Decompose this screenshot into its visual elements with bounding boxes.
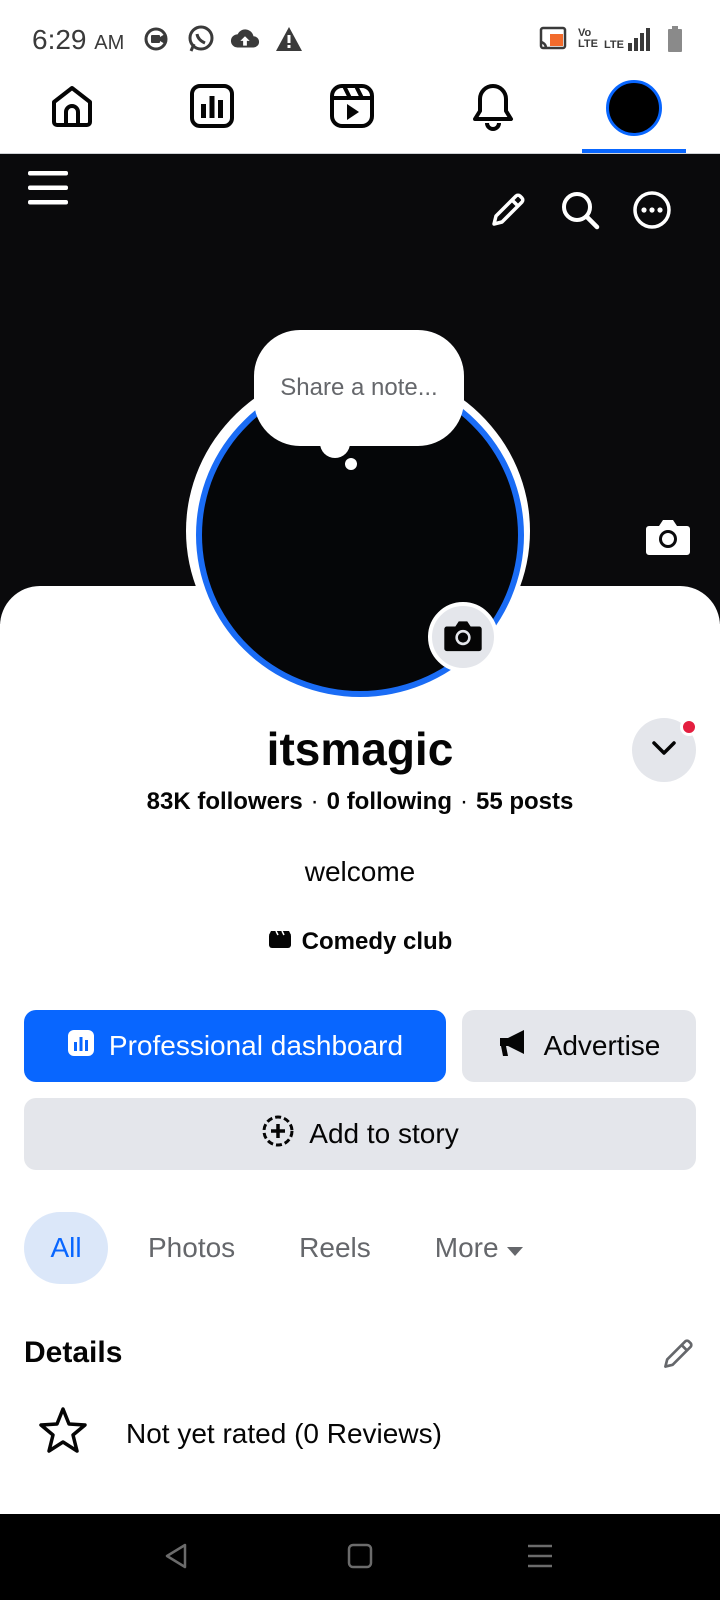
screen-record-icon bbox=[142, 24, 172, 54]
content-tabs: All Photos Reels More bbox=[24, 1212, 549, 1284]
nav-profile[interactable] bbox=[604, 78, 664, 138]
posts-count: 55 posts bbox=[476, 788, 574, 815]
back-triangle-icon bbox=[163, 1542, 189, 1575]
share-note-bubble[interactable]: Share a note... bbox=[254, 330, 464, 446]
edit-profile-button[interactable] bbox=[486, 190, 530, 234]
hamburger-menu-icon bbox=[27, 168, 69, 213]
system-home-button[interactable] bbox=[344, 1542, 376, 1574]
clapperboard-icon bbox=[268, 928, 292, 956]
lte-label: LTE bbox=[604, 38, 624, 51]
profile-category: Comedy club bbox=[0, 928, 720, 956]
status-bar: 6:29 AM Vo LTE LTE bbox=[0, 0, 720, 80]
profile-bio: welcome bbox=[304, 856, 416, 887]
status-time-ampm: AM bbox=[94, 32, 125, 54]
search-button[interactable] bbox=[558, 190, 602, 234]
nav-dashboard[interactable] bbox=[182, 78, 242, 138]
nav-active-indicator bbox=[582, 149, 686, 153]
home-icon bbox=[48, 82, 96, 135]
stats-separator: · bbox=[460, 788, 468, 815]
system-back-button[interactable] bbox=[160, 1542, 192, 1574]
battery-icon bbox=[660, 24, 690, 54]
lte-signal-icon: LTE bbox=[604, 27, 650, 51]
tab-photos[interactable]: Photos bbox=[124, 1212, 259, 1284]
warning-icon bbox=[274, 24, 304, 54]
edit-pencil-icon bbox=[660, 1336, 696, 1377]
tab-more[interactable]: More bbox=[411, 1212, 549, 1284]
nav-notifications[interactable] bbox=[463, 78, 523, 138]
tab-photos-label: Photos bbox=[148, 1232, 236, 1263]
add-to-story-button[interactable]: Add to story bbox=[24, 1098, 696, 1170]
status-icons-right: Vo LTE LTE bbox=[538, 24, 690, 54]
megaphone-icon bbox=[498, 1028, 530, 1065]
camera-icon bbox=[645, 516, 691, 561]
home-square-icon bbox=[347, 1543, 373, 1574]
search-icon bbox=[560, 190, 600, 235]
share-note-placeholder: Share a note... bbox=[280, 374, 438, 401]
chevron-down-icon bbox=[651, 740, 677, 761]
status-icons-left bbox=[142, 24, 304, 54]
status-time: 6:29 AM bbox=[32, 24, 124, 56]
more-options-icon bbox=[632, 190, 672, 235]
professional-dashboard-button[interactable]: Professional dashboard bbox=[24, 1010, 446, 1082]
tab-all[interactable]: All bbox=[24, 1212, 108, 1284]
professional-dashboard-label: Professional dashboard bbox=[108, 1030, 404, 1061]
status-time-value: 6:29 bbox=[32, 24, 87, 55]
menu-button[interactable] bbox=[26, 168, 70, 212]
system-recents-button[interactable] bbox=[524, 1542, 556, 1574]
profile-stats: 83K followers · 0 following · 55 posts bbox=[0, 788, 720, 816]
profile-name: itsmagic bbox=[266, 723, 454, 775]
dashboard-icon bbox=[67, 1029, 95, 1064]
category-label: Comedy club bbox=[301, 928, 453, 955]
recents-lines-icon bbox=[526, 1543, 554, 1574]
reels-icon bbox=[328, 82, 376, 135]
followers-count[interactable]: 83K followers bbox=[147, 788, 303, 815]
whatsapp-icon bbox=[186, 24, 216, 54]
star-icon bbox=[38, 1406, 88, 1461]
stats-separator: · bbox=[310, 788, 319, 815]
edit-details-button[interactable] bbox=[656, 1334, 700, 1378]
notifications-icon bbox=[469, 81, 517, 136]
tab-reels-label: Reels bbox=[299, 1232, 371, 1263]
notification-dot bbox=[680, 718, 698, 736]
volte-icon: Vo LTE bbox=[578, 27, 598, 50]
details-heading: Details bbox=[24, 1336, 123, 1369]
edit-cover-button[interactable] bbox=[644, 516, 692, 560]
following-count[interactable]: 0 following bbox=[327, 788, 452, 815]
add-to-story-label: Add to story bbox=[309, 1118, 459, 1149]
dashboard-icon bbox=[188, 82, 236, 135]
more-options-button[interactable] bbox=[630, 190, 674, 234]
edit-pencil-icon bbox=[488, 190, 528, 235]
cloud-upload-icon bbox=[230, 24, 260, 54]
rating-text: Not yet rated (0 Reviews) bbox=[126, 1417, 442, 1449]
nav-reels[interactable] bbox=[322, 78, 382, 138]
top-nav bbox=[0, 72, 720, 154]
advertise-label: Advertise bbox=[543, 1030, 661, 1061]
tab-all-label: All bbox=[50, 1232, 82, 1263]
cast-icon bbox=[538, 24, 568, 54]
note-bubble-dot bbox=[345, 458, 357, 470]
profile-avatar-icon bbox=[606, 80, 662, 136]
camera-icon bbox=[443, 618, 483, 657]
caret-down-icon bbox=[505, 1232, 525, 1264]
rating-row[interactable]: Not yet rated (0 Reviews) bbox=[38, 1406, 442, 1461]
edit-profile-picture-button[interactable] bbox=[428, 602, 498, 672]
tab-reels[interactable]: Reels bbox=[275, 1212, 395, 1284]
advertise-button[interactable]: Advertise bbox=[462, 1010, 696, 1082]
tab-more-label: More bbox=[434, 1232, 499, 1263]
nav-home[interactable] bbox=[42, 78, 102, 138]
add-story-icon bbox=[261, 1114, 295, 1155]
system-nav-bar bbox=[0, 1514, 720, 1600]
